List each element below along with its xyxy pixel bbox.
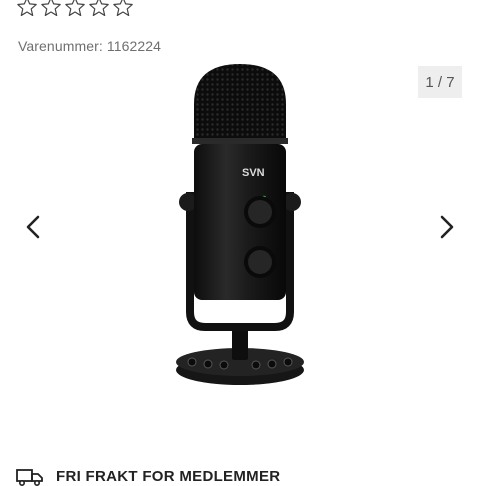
star-icon [65,0,85,17]
star-icon [89,0,109,17]
chevron-right-icon [440,215,454,239]
free-shipping-banner: FRI FRAKT FOR MEDLEMMER [16,466,280,486]
product-image[interactable]: SVN [160,62,320,392]
star-icon [113,0,133,17]
star-icon [41,0,61,17]
rating-stars[interactable] [16,0,134,18]
free-shipping-text: FRI FRAKT FOR MEDLEMMER [56,467,281,485]
gallery-prev-button[interactable] [18,210,50,244]
product-sku: Varenummer: 1162224 [18,38,162,54]
chevron-left-icon [26,215,40,239]
truck-icon [16,469,43,486]
star-icon [17,0,37,17]
gallery-next-button[interactable] [430,210,462,244]
brand-label: SVN [242,167,265,179]
gallery-counter: 1 / 7 [418,66,462,98]
